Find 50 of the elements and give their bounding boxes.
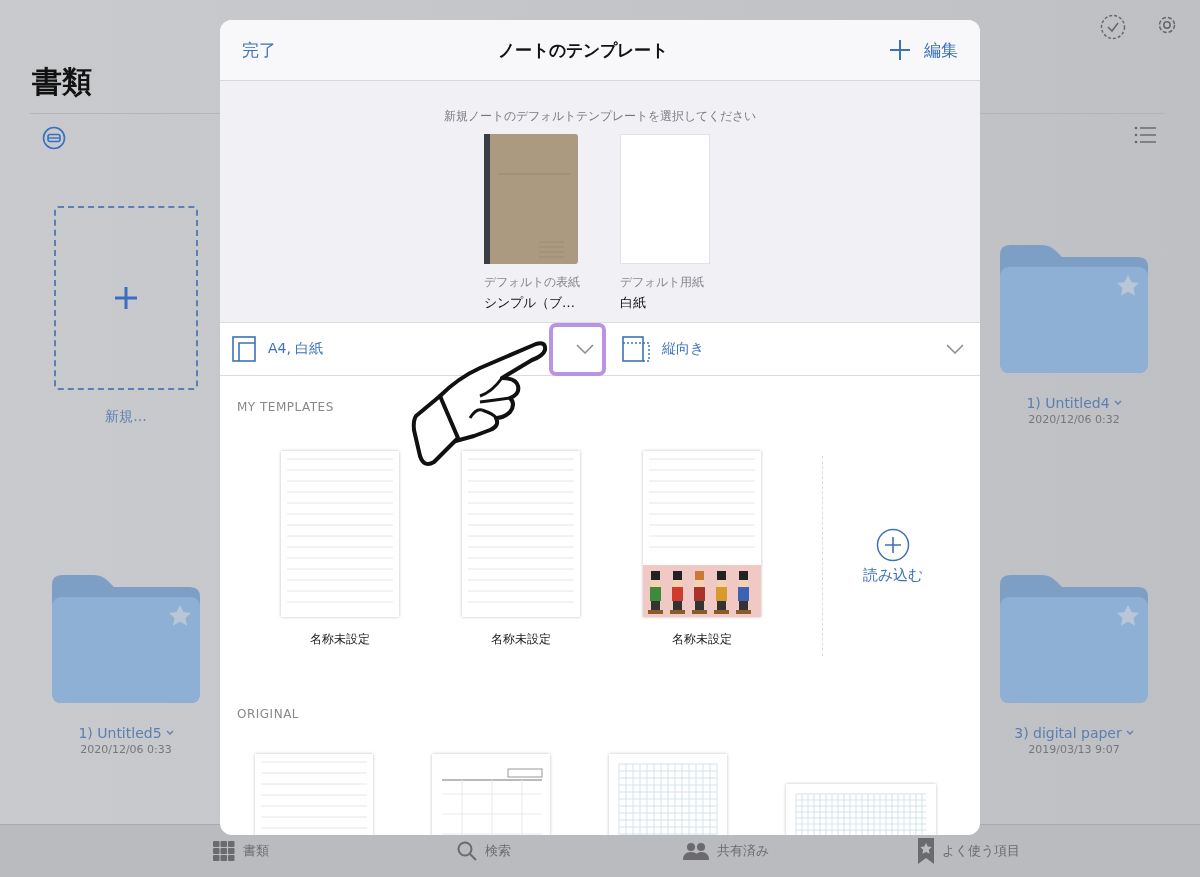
chevron-down-icon[interactable] [1113,400,1122,406]
lined-page-thumbnail[interactable] [462,451,580,617]
modified-date: 2020/12/06 0:32 [1028,413,1120,426]
template-name[interactable]: 名称未設定 [643,631,761,648]
chevron-down-icon [576,344,594,354]
settings-icon[interactable] [1156,14,1178,36]
default-caption: デフォルト用紙 [620,274,705,291]
orientation-icon [622,336,650,362]
chevron-down-icon[interactable] [165,730,174,736]
add-icon[interactable] [890,40,910,60]
instruction-text: 新規ノートのデフォルトテンプレートを選択してください [444,108,756,125]
template-name[interactable]: 名称未設定 [281,631,399,648]
done-button[interactable]: 完了 [242,38,276,62]
illustrated-page-thumbnail[interactable] [643,451,761,617]
plus-circle-icon [876,527,910,562]
folder-icon[interactable] [52,575,200,703]
blank-paper-thumbnail[interactable] [620,134,710,264]
grid-icon [213,841,236,861]
modified-date: 2019/03/13 9:07 [1028,743,1120,756]
import-button[interactable]: 読み込む [857,526,929,586]
page-title: 書類 [32,63,93,101]
new-document-tile[interactable] [54,206,198,390]
default-value: 白紙 [620,294,647,312]
section-heading: ORIGINAL [237,707,301,721]
select-check-icon[interactable] [1100,14,1126,40]
chevron-down-icon[interactable] [1125,730,1134,736]
modified-date: 2020/12/06 0:33 [80,743,172,756]
page-size-value[interactable]: A4, 白紙 [268,340,560,358]
new-document-label[interactable]: 新規... [105,408,147,426]
default-value: シンプル（ブ… [484,294,576,312]
people-icon [683,842,710,860]
list-view-icon[interactable] [1134,126,1156,144]
bookmark-icon [917,838,934,864]
folder-icon[interactable] [1000,245,1148,373]
section-heading: MY TEMPLATES [237,400,335,414]
orientation-value[interactable]: 縦向き [662,340,930,358]
highlight-frame [549,323,606,376]
notebook-cover-thumbnail[interactable] [484,134,578,264]
drive-icon[interactable] [42,126,66,150]
chevron-down-icon [946,344,964,354]
edit-button[interactable]: 編集 [924,38,958,62]
lined-page-thumbnail[interactable] [281,451,399,617]
folder-name[interactable]: 1) Untitled5 [78,725,174,741]
folder-icon[interactable] [1000,575,1148,703]
default-caption: デフォルトの表紙 [484,274,580,291]
page-size-icon [232,336,256,362]
search-icon [456,841,477,861]
sheet-title: ノートのテンプレート [497,38,669,62]
template-name[interactable]: 名称未設定 [462,631,580,648]
plus-icon [114,286,138,310]
